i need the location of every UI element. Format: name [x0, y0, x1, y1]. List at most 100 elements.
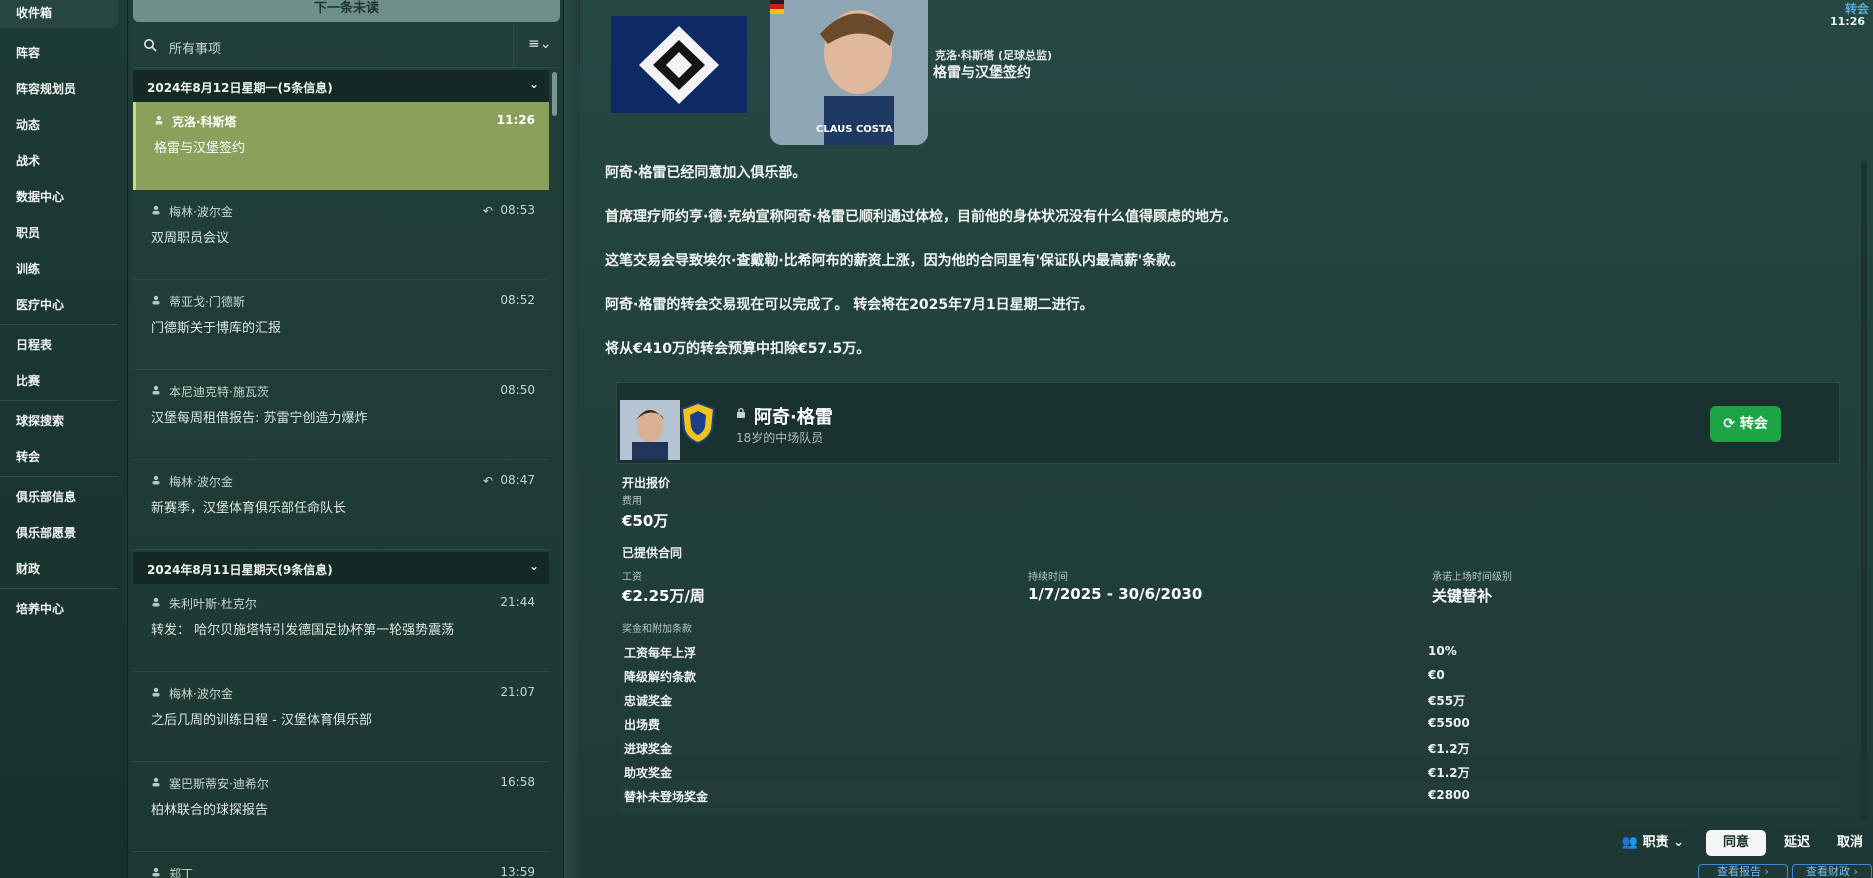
message-time: 21:07 [500, 685, 535, 699]
nav-data-hub[interactable]: 数据中心 [16, 188, 64, 205]
nav-divider [0, 476, 118, 477]
view-report-button[interactable]: 查看报告 › [1698, 864, 1788, 878]
message-time: 08:53 [500, 203, 535, 217]
chevron-down-icon[interactable]: ⌄ [529, 559, 539, 573]
bonus-value: €5500 [1428, 716, 1470, 730]
detail-scrollbar[interactable] [1861, 160, 1867, 820]
message-time: 13:59 [500, 865, 535, 878]
person-icon [152, 205, 160, 215]
message-time: 11:26 [1829, 15, 1865, 28]
fee-label: 费用 [622, 496, 642, 507]
message-subject: 汉堡每周租借报告: 苏雷宁创造力爆炸 [151, 411, 368, 426]
nav-dev-centre[interactable]: 培养中心 [16, 600, 64, 617]
nav-medical[interactable]: 医疗中心 [16, 296, 64, 313]
list-item[interactable]: 梅林·波尔金 ↶ 08:53 双周职员会议 [133, 192, 549, 280]
nav-training[interactable]: 训练 [16, 260, 40, 277]
nav-divider [0, 324, 118, 325]
message-subject: 之后几周的训练日程 - 汉堡体育俱乐部 [151, 713, 372, 728]
bonus-value: €0 [1428, 668, 1445, 682]
nav-matches[interactable]: 比赛 [16, 372, 40, 389]
club-crest [611, 16, 747, 113]
message-time: 08:52 [500, 293, 535, 307]
nav-club-vision[interactable]: 俱乐部愿景 [16, 524, 76, 541]
nav-schedule[interactable]: 日程表 [16, 336, 52, 353]
view-finance-button[interactable]: 查看财政 › [1792, 864, 1872, 878]
list-item[interactable]: 朱利叶斯·杜克尔 21:44 转发： 哈尔贝施塔特引发德国足协杯第一轮强势震荡 [133, 584, 549, 672]
bonus-name: 出场费 [624, 718, 661, 732]
list-item[interactable]: 蒂亚戈·门德斯 08:52 门德斯关于博库的汇报 [133, 282, 549, 370]
leeds-crest-icon[interactable] [679, 401, 717, 445]
list-scrollbar[interactable] [552, 72, 557, 116]
bonus-value: €1.2万 [1428, 742, 1470, 756]
wage-value: €2.25万/周 [622, 587, 705, 605]
person-icon [152, 597, 160, 607]
list-item[interactable]: 郑丁 13:59 [133, 854, 549, 878]
message-sender: 朱利叶斯·杜克尔 [169, 597, 257, 611]
player-description: 18岁的中场队员 [736, 431, 824, 445]
person-icon [152, 777, 160, 787]
list-item[interactable]: 梅林·波尔金 ↶ 08:47 新赛季，汉堡体育俱乐部任命队长 [133, 462, 549, 550]
nav-squad[interactable]: 阵容 [16, 44, 40, 61]
nav-finances[interactable]: 财政 [16, 560, 40, 577]
padlock-icon [737, 407, 745, 418]
message-title: 格雷与汉堡签约 [933, 65, 1031, 81]
body-paragraph: 阿奇·格雷的转会交易现在可以完成了。 转会将在2025年7月1日星期二进行。 [605, 297, 1094, 313]
bonus-row: 进球奖金 €1.2万 [620, 734, 1840, 758]
day-group-header[interactable]: 2024年8月11日星期天(9条信息) ⌄ [133, 552, 549, 584]
nav-squad-planner[interactable]: 阵容规划员 [16, 80, 76, 97]
sender-portrait: CLAUS COSTA [770, 0, 928, 145]
nav-inbox[interactable]: 收件箱 [16, 4, 52, 21]
agree-button[interactable]: 同意 [1706, 830, 1766, 856]
chevron-down-icon[interactable]: ⌄ [529, 77, 539, 91]
view-finance-label: 查看财政 [1806, 865, 1851, 878]
bonus-title: 奖金和附加条款 [622, 624, 692, 635]
day-group-title: 2024年8月11日星期天(9条信息) [147, 563, 333, 577]
list-item[interactable]: 本尼迪克特·施瓦茨 08:50 汉堡每周租借报告: 苏雷宁创造力爆炸 [133, 372, 549, 460]
person-icon [152, 475, 160, 485]
nav-tactics[interactable]: 战术 [16, 152, 40, 169]
cancel-button[interactable]: 取消 [1828, 830, 1872, 856]
message-sender: 本尼迪克特·施瓦茨 [169, 385, 269, 399]
wage-label: 工资 [622, 572, 642, 583]
nav-staff[interactable]: 职员 [16, 224, 40, 241]
bonus-name: 替补未登场奖金 [624, 790, 709, 804]
search-input[interactable]: 所有事项 [169, 38, 221, 57]
people-icon: 👥 [1621, 835, 1643, 850]
transfer-button-label: 转会 [1739, 416, 1768, 432]
nav-dynamics[interactable]: 动态 [16, 116, 40, 133]
bonus-row: 助攻奖金 €1.2万 [620, 758, 1840, 782]
list-item[interactable]: 梅林·波尔金 21:07 之后几周的训练日程 - 汉堡体育俱乐部 [133, 674, 549, 762]
list-item[interactable]: 克洛·科斯塔 11:26 格雷与汉堡签约 [133, 102, 549, 190]
role-label: 承诺上场时间级别 [1432, 572, 1512, 583]
message-subject: 柏林联合的球探报告 [151, 803, 269, 818]
filter-menu-icon: ≡⌄ [528, 36, 552, 52]
message-time: 08:47 [500, 473, 535, 487]
inbox-list: 下一条未读 所有事项 ≡⌄ 2024年8月12日星期一(5条信息) ⌄ 克洛·科… [129, 0, 562, 878]
search-icon [144, 39, 157, 52]
player-photo[interactable] [620, 400, 680, 460]
body-paragraph: 将从€410万的转会预算中扣除€57.5万。 [605, 341, 871, 357]
duty-button[interactable]: 👥 职责 ⌄ [1610, 830, 1696, 856]
list-item[interactable]: 塞巴斯蒂安·迪希尔 16:58 柏林联合的球探报告 [133, 764, 549, 852]
message-subject: 格雷与汉堡签约 [154, 141, 246, 156]
transfer-button[interactable]: ⟳ 转会 [1710, 406, 1781, 442]
bonus-row: 工资每年上浮 10% [620, 638, 1840, 662]
panel-divider[interactable] [563, 0, 579, 878]
bonus-row: 出场费 €5500 [620, 710, 1840, 734]
message-sender-line: 克洛·科斯塔 (足球总监) [935, 49, 1053, 62]
delay-button[interactable]: 延迟 [1770, 830, 1824, 856]
next-unread-button[interactable]: 下一条未读 [133, 0, 560, 22]
nav-divider [0, 588, 118, 589]
filter-menu-button[interactable]: ≡⌄ [513, 24, 562, 68]
nav-scouting[interactable]: 球探搜索 [16, 412, 64, 429]
day-group-title: 2024年8月12日星期一(5条信息) [147, 81, 333, 95]
message-subject: 双周职员会议 [151, 231, 230, 246]
fee-value: €50万 [622, 512, 669, 530]
bonus-row: 替补未登场奖金 €2800 [620, 782, 1840, 806]
nav-transfers[interactable]: 转会 [16, 448, 40, 465]
player-name[interactable]: 阿奇·格雷 [754, 403, 833, 429]
search-box[interactable]: 所有事项 [133, 24, 513, 68]
message-time: 16:58 [500, 775, 535, 789]
nav-club-info[interactable]: 俱乐部信息 [16, 488, 76, 505]
day-group-header[interactable]: 2024年8月12日星期一(5条信息) ⌄ [133, 70, 549, 102]
